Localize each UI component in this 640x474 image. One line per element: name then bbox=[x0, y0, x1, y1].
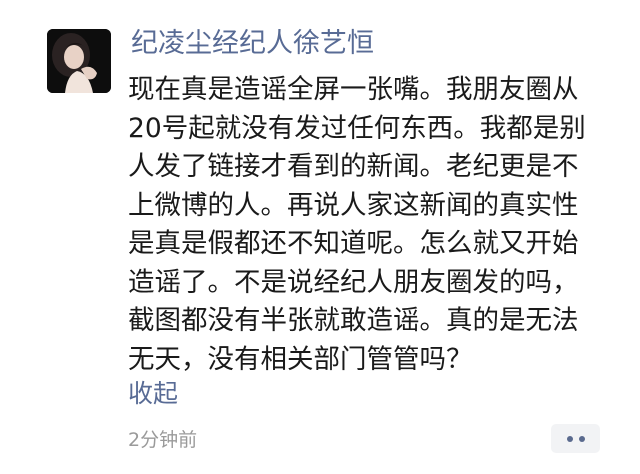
post-line: 20号起就没有发过任何东西。我都是别 bbox=[128, 112, 586, 144]
more-dots-icon bbox=[566, 435, 573, 442]
post-line: 人发了链接才看到的新闻。老纪更是不 bbox=[128, 151, 579, 182]
more-dots-icon bbox=[578, 435, 585, 442]
post-line: 无天，没有相关部门管管吗？ bbox=[128, 343, 473, 375]
avatar[interactable] bbox=[47, 29, 111, 93]
post-content: 现在真是造谣全屏一张嘴。我朋友圈从 20号起就没有发过任何东西。我都是别 人发了… bbox=[128, 71, 628, 379]
post-timestamp: 2分钟前 bbox=[128, 429, 198, 451]
more-actions-button[interactable] bbox=[551, 424, 600, 453]
collapse-link[interactable]: 收起 bbox=[128, 376, 178, 412]
post-line: 截图都没有半张就敢造谣。真的是无法 bbox=[128, 305, 579, 336]
post-line: 现在真是造谣全屏一张嘴。我朋友圈从 bbox=[128, 74, 579, 105]
author-name[interactable]: 纪凌尘经纪人徐艺恒 bbox=[131, 26, 374, 62]
post-line: 造谣了。不是说经纪人朋友圈发的吗， bbox=[128, 266, 579, 298]
post-line: 上微博的人。再说人家这新闻的真实性 bbox=[128, 189, 579, 221]
post-line: 是真是假都还不知道呢。怎么就又开始 bbox=[128, 228, 579, 259]
moment-post: 纪凌尘经纪人徐艺恒 现在真是造谣全屏一张嘴。我朋友圈从 20号起就没有发过任何东… bbox=[0, 0, 640, 474]
